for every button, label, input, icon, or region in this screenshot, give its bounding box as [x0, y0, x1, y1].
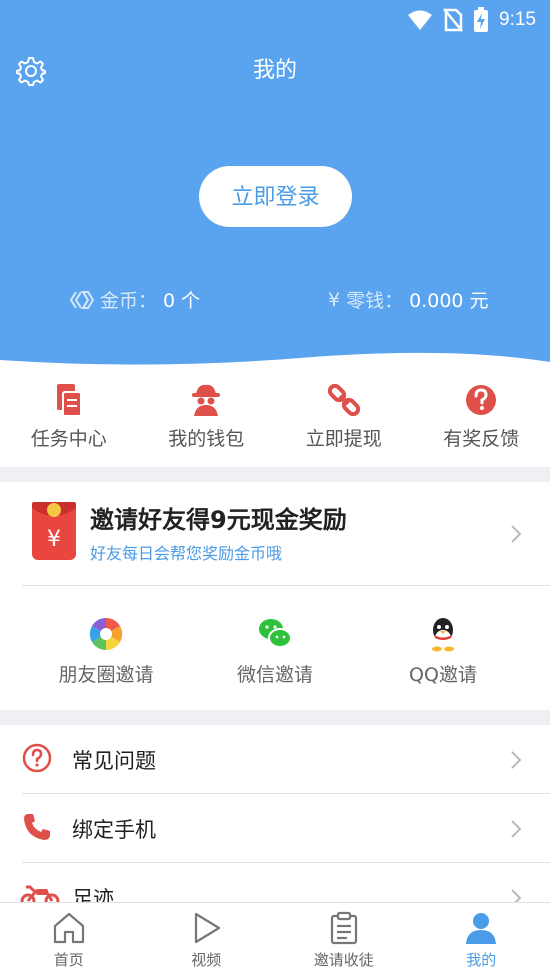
chevron-right-icon: [511, 820, 522, 838]
no-sim-icon: [443, 8, 463, 32]
coin-balance[interactable]: 金币： 0 个: [70, 286, 200, 313]
coin-label: 金币：: [100, 290, 158, 312]
quick-action-label: 任务中心: [30, 428, 107, 450]
share-label: 朋友圈邀请: [58, 664, 154, 686]
money-value: 0.000 元: [409, 290, 489, 312]
invite-banner[interactable]: ¥ 邀请好友得9元现金奖励 好友每日会帮您奖励金币哦: [0, 482, 550, 585]
invite-subtitle: 好友每日会帮您奖励金币哦: [90, 544, 283, 563]
profile-header: 9:15 我的 立即登录 金币： 0 个 ¥ 零钱： 0.000 元: [0, 0, 550, 372]
nav-video[interactable]: 视频: [138, 903, 276, 979]
invite-card: ¥ 邀请好友得9元现金奖励 好友每日会帮您奖励金币哦 朋友圈邀请 微信邀请 QQ…: [0, 482, 550, 710]
quick-action-task-center[interactable]: 任务中心: [0, 372, 138, 467]
money-label: 零钱：: [346, 290, 404, 312]
nav-label: 邀请收徒: [313, 951, 374, 969]
menu-label: 绑定手机: [72, 818, 156, 842]
money-balance[interactable]: ¥ 零钱： 0.000 元: [328, 286, 489, 313]
battery-charging-icon: [474, 7, 489, 32]
red-packet-symbol: ¥: [47, 527, 61, 552]
home-icon: [53, 912, 84, 944]
nav-label: 我的: [466, 951, 497, 969]
nav-label: 视频: [191, 951, 222, 969]
qq-icon: [432, 618, 454, 652]
quick-action-label: 立即提现: [305, 428, 382, 450]
quick-action-wallet[interactable]: 我的钱包: [138, 372, 276, 467]
quick-action-withdraw[interactable]: 立即提现: [275, 372, 413, 467]
share-row: 朋友圈邀请 微信邀请 QQ邀请: [0, 586, 550, 710]
user-icon: [466, 913, 497, 944]
menu-item-faq[interactable]: 常见问题: [0, 725, 550, 794]
coin-value: 0 个: [163, 290, 201, 312]
quick-actions: 任务中心 我的钱包 立即提现 有奖反馈: [0, 372, 550, 467]
quick-action-feedback[interactable]: 有奖反馈: [413, 372, 550, 467]
wifi-icon: [408, 10, 433, 30]
profile-screen: 9:15 我的 立即登录 金币： 0 个 ¥ 零钱： 0.000 元 任务中心 …: [0, 0, 550, 979]
quick-action-label: 我的钱包: [168, 428, 245, 450]
chevron-right-icon: [511, 525, 522, 543]
nav-invite[interactable]: 邀请收徒: [275, 903, 413, 979]
menu-item-bind-phone[interactable]: 绑定手机: [0, 794, 550, 863]
menu-list: 常见问题 绑定手机 足迹: [0, 725, 550, 905]
login-button[interactable]: 立即登录: [199, 166, 352, 227]
share-moments[interactable]: 朋友圈邀请: [16, 586, 196, 687]
phone-icon: [24, 814, 50, 840]
balance-row: 金币： 0 个 ¥ 零钱： 0.000 元: [0, 286, 550, 320]
menu-item-footprint[interactable]: 足迹: [0, 863, 550, 905]
invite-title: 邀请好友得9元现金奖励: [90, 506, 347, 534]
clipboard-icon: [330, 911, 357, 945]
nav-label: 首页: [53, 951, 84, 969]
task-center-icon: [56, 384, 82, 417]
wallet-icon: [192, 384, 221, 416]
faq-icon: [22, 743, 52, 773]
menu-label: 常见问题: [72, 749, 156, 773]
share-wechat[interactable]: 微信邀请: [185, 586, 365, 687]
share-label: 微信邀请: [236, 664, 313, 686]
quick-action-label: 有奖反馈: [443, 428, 520, 450]
play-icon: [195, 912, 221, 944]
question-icon: [466, 385, 497, 415]
page-title: 我的: [252, 58, 297, 83]
status-bar: 9:15: [0, 0, 550, 40]
status-time: 9:15: [499, 9, 536, 30]
status-icons: 9:15: [407, 6, 536, 34]
link-icon: [327, 383, 360, 417]
bottom-nav: 首页 视频 邀请收徒 我的: [0, 902, 550, 979]
nav-home[interactable]: 首页: [0, 903, 138, 979]
coin-diamond-icon: [70, 290, 94, 309]
wechat-icon: [259, 619, 292, 648]
share-label: QQ邀请: [409, 664, 477, 686]
nav-mine[interactable]: 我的: [413, 903, 550, 979]
chevron-right-icon: [511, 751, 522, 769]
share-qq[interactable]: QQ邀请: [353, 586, 533, 687]
red-packet-icon: ¥: [32, 502, 76, 560]
yuan-symbol-icon: ¥: [328, 288, 341, 311]
moments-icon: [89, 617, 123, 651]
